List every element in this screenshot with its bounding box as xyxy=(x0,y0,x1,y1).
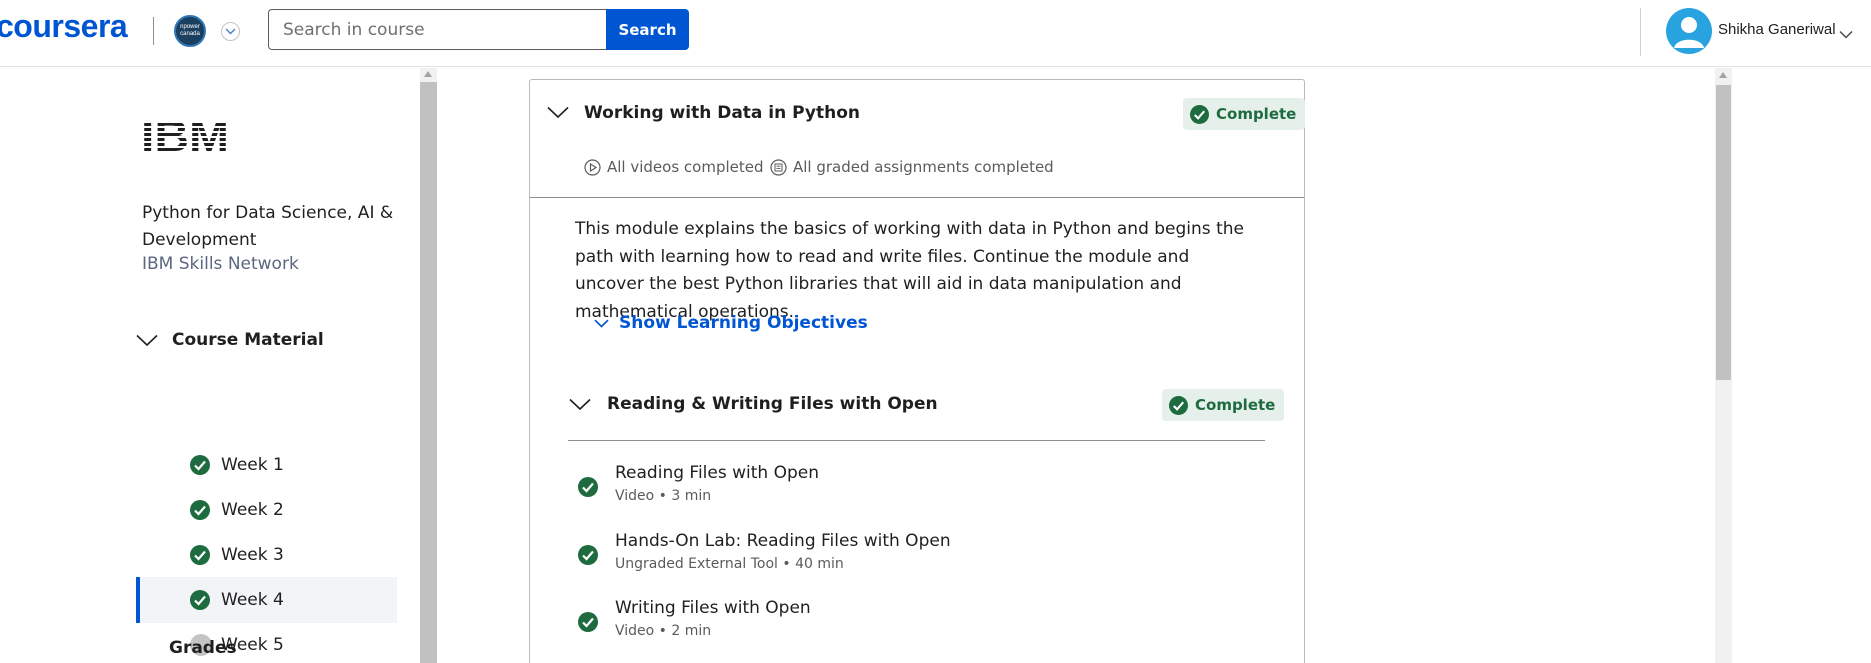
course-material-toggle[interactable]: Course Material xyxy=(136,330,324,350)
lesson-title[interactable]: Reading & Writing Files with Open xyxy=(607,394,938,414)
lesson-item-title[interactable]: Reading Files with Open xyxy=(615,463,819,483)
search-input[interactable] xyxy=(268,9,607,50)
check-circle-icon xyxy=(190,500,210,520)
check-circle-icon xyxy=(190,545,210,565)
user-menu-chevron-icon[interactable] xyxy=(1839,24,1853,43)
sidebar-scrollbar-thumb[interactable] xyxy=(420,82,437,663)
coursera-logo[interactable]: coursera xyxy=(0,8,128,45)
sidebar-item-week-2[interactable]: Week 2 xyxy=(136,487,397,533)
week-label: Week 4 xyxy=(221,590,284,610)
chevron-down-icon xyxy=(136,334,158,346)
videos-status-text: All videos completed xyxy=(607,158,764,176)
lesson-divider xyxy=(568,440,1265,441)
course-title[interactable]: Python for Data Science, AI & Developmen… xyxy=(142,200,402,254)
search-button[interactable]: Search xyxy=(606,9,689,50)
check-circle-icon xyxy=(1190,104,1209,124)
module-header[interactable]: Working with Data in Python Complete All… xyxy=(530,80,1306,198)
week-label: Week 3 xyxy=(221,545,284,565)
svg-text:IBM: IBM xyxy=(141,118,229,154)
badge-label: Complete xyxy=(1216,105,1297,123)
assignments-status: All graded assignments completed xyxy=(770,158,1054,176)
scroll-up-arrow-icon[interactable] xyxy=(1719,72,1727,78)
lesson-complete-badge: Complete xyxy=(1162,389,1285,421)
module-card: Working with Data in Python Complete All… xyxy=(529,79,1306,663)
sidebar-item-week-1[interactable]: Week 1 xyxy=(136,442,397,488)
user-avatar-icon[interactable] xyxy=(1666,8,1712,54)
module-title: Working with Data in Python xyxy=(584,103,861,123)
assignments-status-text: All graded assignments completed xyxy=(793,158,1054,176)
check-circle-icon xyxy=(190,590,210,610)
course-partner: IBM Skills Network xyxy=(142,254,299,274)
module-complete-badge: Complete xyxy=(1183,98,1306,130)
lesson-chevron-down-icon[interactable] xyxy=(569,398,591,411)
scroll-up-arrow-icon[interactable] xyxy=(424,71,432,77)
check-circle-icon xyxy=(1169,395,1188,415)
user-name[interactable]: Shikha Ganeriwal xyxy=(1718,21,1836,38)
sidebar-scrollbar[interactable] xyxy=(420,68,437,663)
lesson-item-meta: Video • 3 min xyxy=(615,488,712,504)
lesson-item-title[interactable]: Hands-On Lab: Reading Files with Open xyxy=(615,531,951,551)
sidebar-item-grades[interactable]: Grades xyxy=(169,638,237,658)
assignment-icon xyxy=(770,158,787,176)
check-circle-icon xyxy=(190,455,210,475)
module-description: This module explains the basics of worki… xyxy=(575,219,1244,322)
check-circle-icon xyxy=(578,612,598,632)
course-material-label: Course Material xyxy=(172,330,324,350)
lesson-item-title[interactable]: Writing Files with Open xyxy=(615,598,811,618)
sidebar-item-week-3[interactable]: Week 3 xyxy=(136,532,397,578)
check-circle-icon xyxy=(578,545,598,565)
show-learning-objectives-label: Show Learning Objectives xyxy=(619,313,868,333)
top-header: coursera npower canada Search Shikha Gan… xyxy=(0,0,1871,67)
header-separator xyxy=(1640,8,1641,56)
org-logo[interactable]: npower canada xyxy=(174,15,206,47)
badge-label: Complete xyxy=(1195,396,1276,414)
play-circle-icon xyxy=(584,158,601,176)
lesson-item-meta: Ungraded External Tool • 40 min xyxy=(615,556,844,572)
ibm-logo: IBM xyxy=(141,118,233,158)
show-learning-objectives-button[interactable]: Show Learning Objectives xyxy=(594,313,868,333)
check-circle-icon xyxy=(578,477,598,497)
week-label: Week 2 xyxy=(221,500,284,520)
chevron-down-icon xyxy=(594,319,609,328)
org-switcher-chevron-icon[interactable] xyxy=(221,22,240,41)
main-scrollbar[interactable] xyxy=(1715,68,1732,663)
lesson-item-meta: Video • 2 min xyxy=(615,623,712,639)
header-divider xyxy=(153,17,154,45)
sidebar-item-week-4[interactable]: Week 4 xyxy=(136,577,397,623)
course-sidebar: IBM Python for Data Science, AI & Develo… xyxy=(0,68,420,663)
week-label: Week 1 xyxy=(221,455,284,475)
videos-status: All videos completed xyxy=(584,158,764,176)
chevron-down-icon[interactable] xyxy=(547,106,569,119)
main-scrollbar-thumb[interactable] xyxy=(1716,85,1731,380)
